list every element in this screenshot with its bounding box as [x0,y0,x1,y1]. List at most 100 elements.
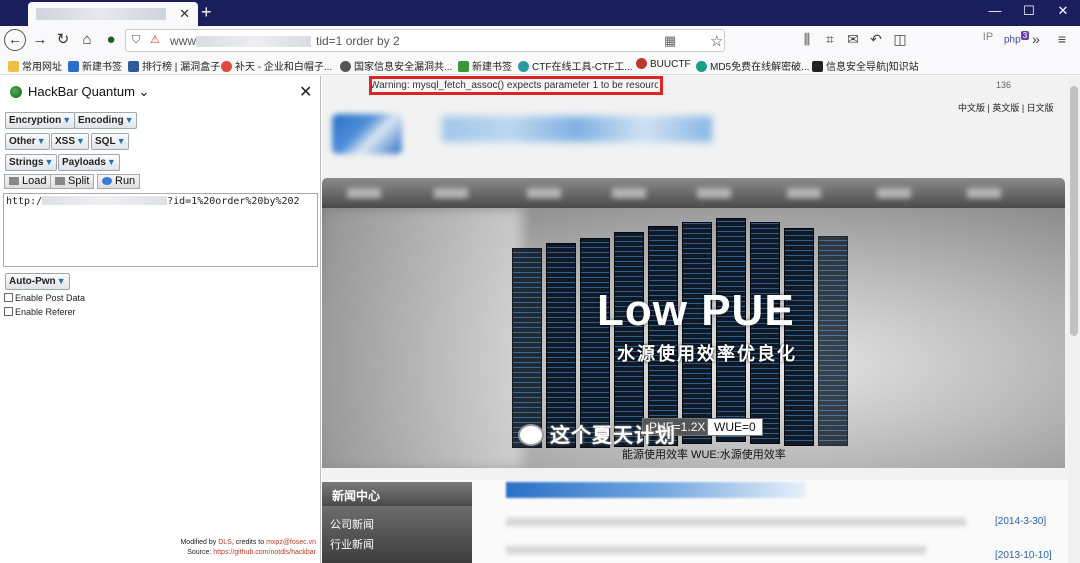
checkbox-box[interactable] [4,307,13,316]
dls-link[interactable]: DLS [218,539,232,546]
shield-icon[interactable]: ⛉ [132,34,140,47]
hackbar-url-textarea[interactable]: http:/ ?id=1%20order%20by%202 [3,193,318,267]
news-link[interactable]: 公司新闻 [330,516,374,532]
dropdown-arrow-icon: ▼ [106,157,116,167]
navigation-bar: ← → ↻ ⌂ ● ⛉ ⚠ www. tid=1 order by 2 ▦ ☆ … [0,26,1080,55]
bookmark-item[interactable]: 国家信息安全漏洞共... [340,58,452,73]
bookmark-star-icon[interactable]: ☆ [710,32,723,50]
library-icon[interactable]: ⫼ [797,31,817,48]
news-section: 新闻中心 公司新闻 行业新闻 [2014-3-30] [2013-10-10] [322,480,1080,563]
bookmark-item[interactable]: 常用网址 [8,58,62,73]
dropdown-arrow-icon: ▼ [76,136,85,146]
maximize-button[interactable]: ☐ [1014,3,1044,19]
enable-post-checkbox[interactable]: Enable Post Data [4,293,85,303]
menu-item-blurred[interactable] [877,188,911,198]
menu-icon[interactable]: ≡ [1052,31,1072,47]
bookmark-item[interactable]: 新建书签 [458,58,512,73]
crop-icon[interactable]: ⌗ [820,31,840,48]
web-page: Warning: mysql_fetch_assoc() expects par… [322,76,1080,563]
php-extension-icon[interactable]: php 3 [1004,31,1030,45]
wechat-icon [518,424,544,446]
bookmark-item[interactable]: 补天 - 企业和白帽子... [221,58,332,73]
bookmark-label: MD5免费在线解密破... [710,62,810,73]
page-scrollbar[interactable] [1068,76,1080,563]
hackbar-close-icon[interactable]: ✕ [299,82,312,102]
warning-highlight-box [369,76,663,95]
encryption-menu[interactable]: Encryption▼ [5,112,76,129]
undo-icon[interactable]: ↶ [866,31,886,48]
hackbar-panel: HackBar Quantum ⌄ ✕ Encryption▼ Encoding… [0,76,321,563]
bookmark-item[interactable]: 排行榜 | 漏洞盒子 [128,58,220,73]
tab-bar: ✕ + — ☐ ✕ [0,0,1080,26]
run-icon [102,177,112,185]
encoding-menu[interactable]: Encoding▼ [74,112,138,129]
news-date: [2014-3-30] [995,516,1047,527]
other-menu[interactable]: Other▼ [5,133,50,150]
footer-text: Modified by [180,539,217,546]
xss-menu[interactable]: XSS▼ [51,133,89,150]
qr-code-icon[interactable]: ▦ [664,33,676,49]
md5-icon [696,61,707,72]
other-label: Other [9,136,36,147]
bookmark-icon [458,61,469,72]
menu-item-blurred[interactable] [697,188,731,198]
enable-post-label: Enable Post Data [15,293,86,303]
sidebar-icon[interactable]: ◫ [890,31,910,48]
run-button[interactable]: Run [97,174,141,189]
xss-label: XSS [55,136,76,147]
strings-menu[interactable]: Strings▼ [5,154,58,171]
new-tab-button[interactable]: + [201,2,212,22]
menu-item-blurred[interactable] [527,188,561,198]
active-tab[interactable]: ✕ [28,2,198,26]
news-link[interactable]: 行业新闻 [330,536,374,552]
menu-item-blurred[interactable] [967,188,1001,198]
chat-icon[interactable]: ✉ [843,31,863,48]
scrollbar-thumb[interactable] [1070,86,1078,336]
forward-button[interactable]: → [30,31,50,49]
globe-icon [340,61,351,72]
insecure-lock-icon[interactable]: ⚠ [150,33,160,46]
source-link[interactable]: https://github.com/notdls/hackbar [213,549,316,556]
menu-item-blurred[interactable] [787,188,821,198]
url-bar[interactable]: ⛉ ⚠ www. tid=1 order by 2 ▦ ☆ [125,29,725,52]
minimize-button[interactable]: — [980,3,1010,18]
url-host-blurred [42,196,168,205]
overflow-icon[interactable]: » [1026,31,1046,47]
extension-icon[interactable]: ● [101,31,121,49]
banner-caption: 能源使用效率 WUE:水源使用效率 [622,449,786,461]
ip-button[interactable]: IP [978,31,998,43]
reload-button[interactable]: ↻ [53,31,73,49]
tab-close-icon[interactable]: ✕ [179,6,190,22]
menu-item-blurred[interactable] [434,188,468,198]
payloads-menu[interactable]: Payloads▼ [58,154,120,171]
menu-item-blurred[interactable] [612,188,646,198]
enable-referer-checkbox[interactable]: Enable Referer [4,307,76,317]
home-button[interactable]: ⌂ [77,31,97,49]
autopwn-menu[interactable]: Auto-Pwn▼ [5,273,70,290]
checkbox-box[interactable] [4,293,13,302]
bookmark-item[interactable]: 新建书签 [68,58,122,73]
bookmark-item[interactable]: BUUCTF [636,58,691,70]
url-prefix: www. [170,34,199,48]
bookmark-item[interactable]: MD5免费在线解密破... [696,58,809,73]
hackbar-title[interactable]: HackBar Quantum ⌄ [28,84,149,100]
bookmark-item[interactable]: CTF在线工具-CTF工... [518,58,633,73]
load-icon [9,177,19,185]
mxp-link[interactable]: mxpz@fosec.vn [266,539,316,546]
close-window-button[interactable]: ✕ [1048,3,1078,19]
back-button[interactable]: ← [4,29,26,51]
buuctf-icon [636,58,647,69]
news-item-blurred[interactable] [506,518,966,526]
split-button[interactable]: Split [50,174,95,189]
bookmark-item[interactable]: 信息安全导航|知识站 [812,58,919,73]
load-button[interactable]: Load [4,174,52,189]
menu-item-blurred[interactable] [347,188,381,198]
sql-menu[interactable]: SQL▼ [91,133,130,150]
news-item-blurred[interactable] [506,546,926,554]
watermark-text: 这个夏天计划 [550,425,676,447]
hackbar-logo-icon [10,86,22,98]
run-label: Run [115,175,136,187]
footer-text: Source: [187,549,212,556]
language-switch[interactable]: 中文版 | 英文版 | 日文版 [958,101,1054,114]
site-logo[interactable] [332,108,722,156]
